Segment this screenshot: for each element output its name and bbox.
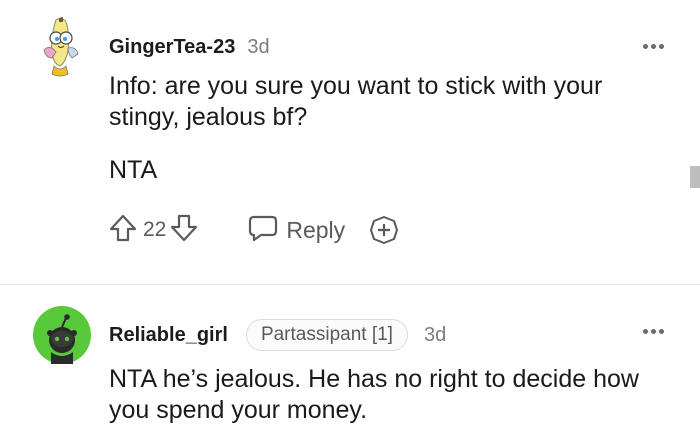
reply-icon [248, 214, 278, 247]
award-icon[interactable] [369, 215, 399, 245]
timestamp[interactable]: 3d [424, 324, 446, 347]
comment-actions: 22 Reply [109, 212, 399, 248]
user-flair: Partassipant [1] [245, 319, 408, 351]
username[interactable]: GingerTea-23 [109, 36, 235, 59]
snoo-avatar-icon[interactable] [33, 306, 91, 364]
upvote-icon[interactable] [109, 213, 137, 248]
comment-body: NTA he’s jealous. He has no right to dec… [109, 365, 639, 424]
more-options-icon[interactable] [643, 329, 664, 334]
comment-body-line-1: Info: are you sure you want to stick wit… [109, 72, 603, 131]
scrollbar-thumb[interactable] [690, 166, 700, 188]
username[interactable]: Reliable_girl [109, 324, 228, 347]
reply-button[interactable]: Reply [248, 214, 345, 247]
comment-meta: Reliable_girl Partassipant [1] 3d [109, 318, 446, 352]
comment-body-line-2: NTA [109, 156, 158, 184]
vote-score: 22 [143, 218, 167, 241]
reply-label: Reply [286, 216, 346, 243]
timestamp[interactable]: 3d [247, 36, 269, 59]
downvote-icon[interactable] [170, 213, 198, 248]
comment-meta: GingerTea-23 3d [109, 34, 270, 60]
banana-avatar-icon[interactable] [34, 14, 84, 78]
comment-gingertea: GingerTea-23 3d Info: are you sure you w… [0, 0, 700, 284]
vote-controls: 22 [109, 213, 198, 248]
more-options-icon[interactable] [643, 44, 664, 49]
